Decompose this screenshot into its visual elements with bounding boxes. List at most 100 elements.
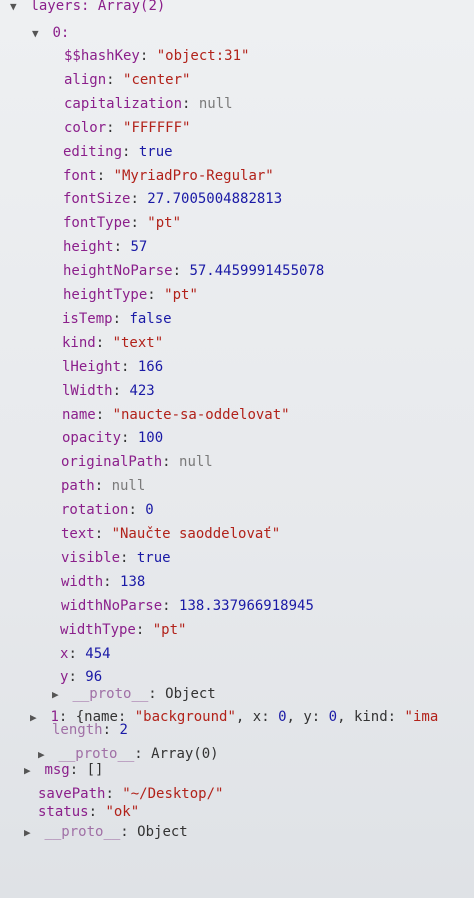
property-value: 57.4459991455078 [189,263,325,280]
property-key: heightNoParse [63,263,173,280]
property-value: "object:31" [156,48,250,64]
property-value: "Naučte saoddelovať" [111,526,281,542]
property-value: 0 [145,502,154,519]
property-row: fontSize: 27.7005004882813 [63,191,283,208]
array-item-0-label: 0: [52,25,70,41]
property-row: fontType: "pt" [63,215,182,232]
item-1-kind-value: "ima [404,709,439,725]
property-value: 138.337966918945 [179,597,314,614]
collapse-triangle-icon[interactable]: ▶ [24,823,36,843]
property-row: heightNoParse: 57.4459991455078 [63,263,325,280]
property-row: color: "FFFFFF" [64,119,191,136]
item-0-proto-row[interactable]: ▶ __proto__: Object [52,684,216,704]
savepath-value: "~/Desktop/" [122,786,224,802]
item-1-name-value: "background" [134,709,236,725]
property-key: $$hashKey [64,48,140,64]
property-row: isTemp: false [62,310,172,327]
property-row: kind: "text" [62,334,164,351]
property-row: heightType: "pt" [63,287,198,303]
property-value: 454 [85,645,111,662]
collapse-triangle-icon[interactable]: ▶ [30,708,42,728]
property-key: text [61,526,95,542]
property-row: x: 454 [60,645,111,662]
property-key: name [62,406,96,423]
property-value: 138 [120,573,146,590]
msg-key: msg [44,762,70,778]
property-value: null [179,454,213,471]
property-key: width [61,573,104,590]
property-row: opacity: 100 [62,430,164,447]
property-key: path [61,478,95,495]
layers-array-row[interactable]: ▼ layers: Array(2) [10,0,165,16]
property-value: 166 [137,358,164,375]
property-row: lHeight: 166 [62,358,164,375]
proto-value: Object [165,686,216,702]
property-value: "FFFFFF" [123,119,191,136]
property-value: null [198,95,233,112]
property-key: fontType [63,215,131,232]
expand-triangle-icon[interactable]: ▼ [32,24,44,44]
item-1-x-value: 0 [278,709,287,725]
property-key: editing [63,143,123,160]
status-value: "ok" [105,804,140,820]
property-value: false [129,310,172,327]
root-proto-key: __proto__ [44,824,121,840]
property-value: 57 [130,239,148,256]
property-row: editing: true [63,143,173,160]
property-value: true [138,143,173,160]
property-row: widthNoParse: 138.337966918945 [61,597,314,614]
property-row: originalPath: null [61,454,213,471]
property-row: visible: true [61,549,171,566]
collapse-triangle-icon[interactable]: ▶ [52,685,64,705]
property-value: "text" [112,334,164,351]
property-value: 27.7005004882813 [147,191,283,208]
length-key: length [52,722,103,738]
collapse-triangle-icon[interactable]: ▶ [24,761,36,781]
item-1-kind-key: , kind: [337,709,405,725]
property-value: "pt" [147,215,182,232]
array-proto-value: Array(0) [151,746,219,762]
property-row: font: "MyriadPro-Regular" [63,167,274,184]
property-key: widthNoParse [61,597,163,614]
array-item-0-row[interactable]: ▼ 0: [32,23,69,43]
length-value: 2 [119,722,128,738]
property-value: "pt" [164,287,198,303]
proto-key: __proto__ [72,686,149,702]
item-1-y-value: 0 [328,709,338,725]
status-key: status [38,804,89,820]
property-key: height [63,239,114,256]
devtools-console-object-tree: ▼ layers: Array(2) ▼ 0: $$hashKey: "obje… [0,0,474,898]
savepath-row: savePath: "~/Desktop/" [38,786,224,802]
property-key: originalPath [61,454,163,471]
property-key: align [64,71,107,88]
property-row: width: 138 [61,573,146,590]
property-value: "pt" [152,621,187,638]
property-key: kind [62,334,96,351]
property-row: capitalization: null [64,95,233,112]
property-row: name: "naucte-sa-oddelovat" [62,406,290,423]
property-key: isTemp [62,310,113,327]
property-row: align: "center" [64,71,191,88]
property-key: widthType [60,621,136,638]
property-value: "naucte-sa-oddelovat" [112,406,290,423]
property-row: text: "Naučte saoddelovať" [61,526,281,542]
item-1-y-key: , y: [286,709,329,725]
status-row: status: "ok" [38,804,140,820]
item-1-x-key: , x: [235,709,279,725]
property-row: path: null [61,478,146,495]
msg-value: [] [86,762,104,778]
savepath-key: savePath [38,786,106,802]
property-value: "MyriadPro-Regular" [113,167,274,184]
expand-triangle-icon[interactable]: ▼ [10,0,22,17]
property-key: capitalization [64,95,183,112]
property-value: 100 [137,430,164,447]
property-key: rotation [61,502,129,519]
property-key: heightType [63,287,148,303]
property-row: widthType: "pt" [60,621,187,638]
property-row: $$hashKey: "object:31" [64,48,250,64]
property-key: color [64,119,107,136]
root-proto-row[interactable]: ▶ __proto__: Object [24,822,188,842]
root-proto-value: Object [137,824,188,840]
property-key: visible [61,549,121,566]
msg-row[interactable]: ▶ msg: [] [24,760,103,780]
